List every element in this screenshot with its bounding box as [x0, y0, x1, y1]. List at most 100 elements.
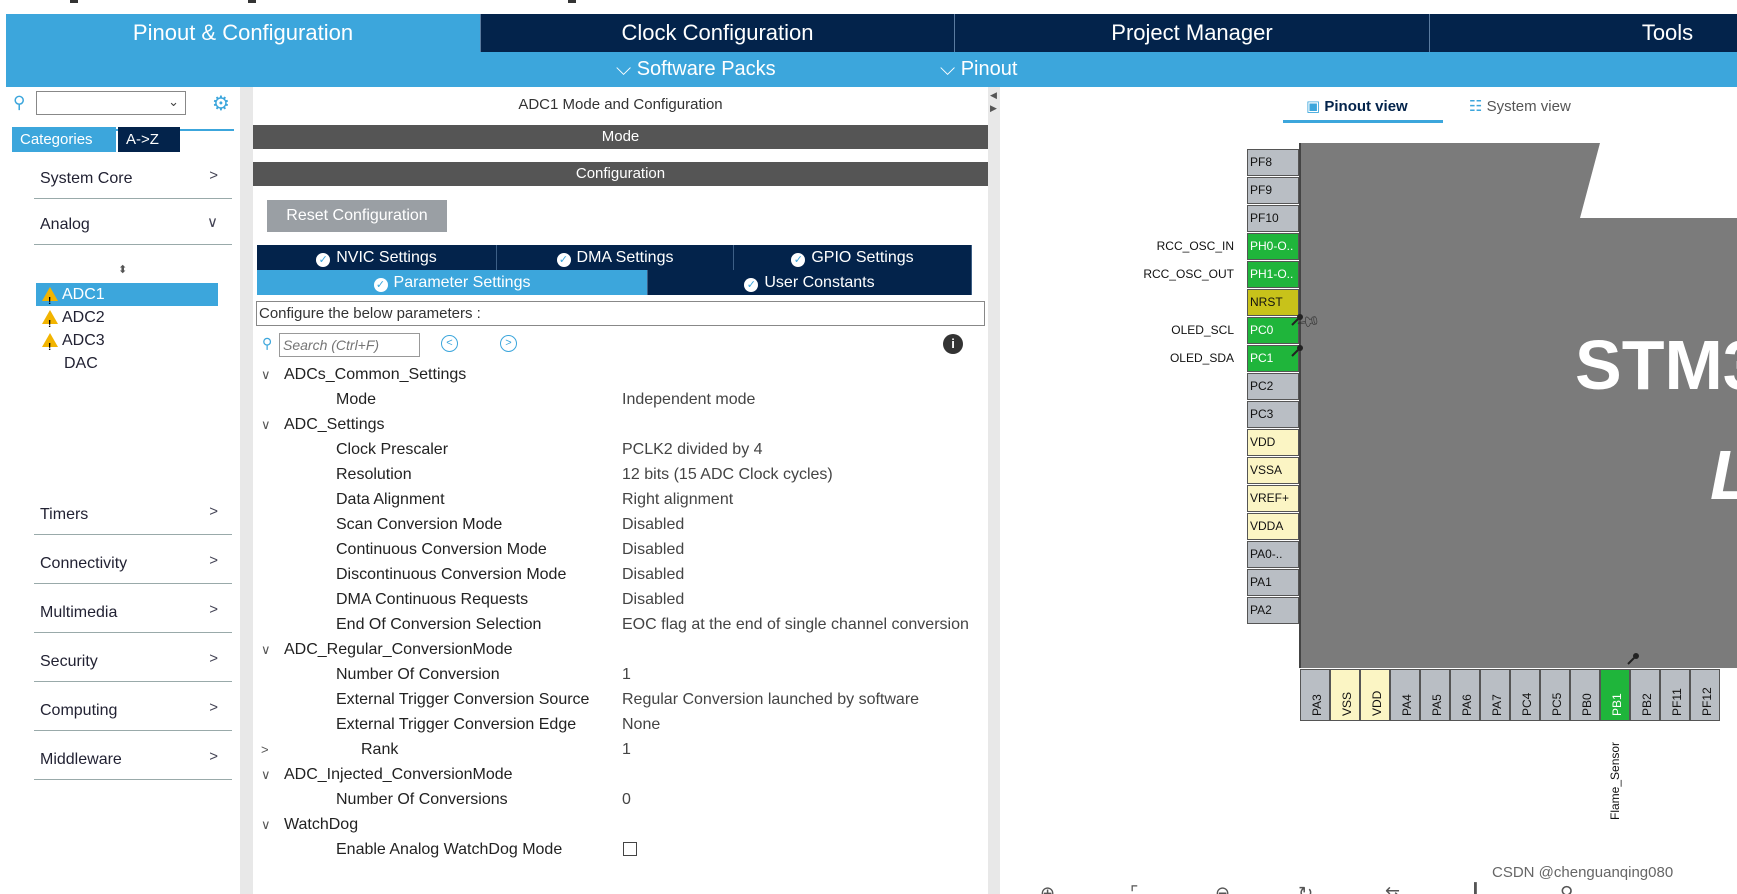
tab-parameter-settings[interactable]: ✓ Parameter Settings [257, 270, 648, 295]
category-middleware[interactable]: Middleware > [34, 734, 232, 780]
collapse-icon[interactable]: ∨ [261, 762, 271, 787]
categories-tab[interactable]: Categories [12, 127, 116, 152]
pin-pb1[interactable]: PB1 [1600, 669, 1630, 721]
tab-tools[interactable]: Tools [1430, 14, 1737, 52]
pin-pb0[interactable]: PB0 [1570, 669, 1600, 721]
parameter-search-input[interactable] [279, 333, 420, 357]
collapse-icon[interactable]: ∨ [261, 637, 271, 662]
param-row[interactable]: Discontinuous Conversion Mode Disabled [253, 562, 988, 587]
collapse-icon[interactable]: ∨ [261, 412, 271, 437]
pin-vdd[interactable]: VDD [1360, 669, 1390, 721]
param-value[interactable]: Right alignment [622, 487, 733, 512]
search-next-icon[interactable]: > [500, 335, 517, 352]
info-icon[interactable]: i [943, 334, 963, 354]
pinout-view-tab[interactable]: ▣ Pinout view [1306, 97, 1408, 115]
analog-item-dac[interactable]: DAC [36, 352, 218, 375]
pin-pa2[interactable]: PA2 [1247, 597, 1299, 624]
param-value[interactable]: None [622, 712, 660, 737]
tab-gpio-settings[interactable]: ✓ GPIO Settings [734, 245, 972, 270]
panel-splitter-left[interactable] [240, 87, 253, 894]
configuration-header[interactable]: Configuration [253, 162, 988, 186]
pin-pc5[interactable]: PC5 [1540, 669, 1570, 721]
pin-ph1-o-[interactable]: PH1-O.. [1247, 261, 1299, 288]
tab-pinout-configuration[interactable]: Pinout & Configuration [6, 14, 481, 52]
param-value[interactable]: Disabled [622, 537, 684, 562]
category-security[interactable]: Security > [34, 636, 232, 682]
tab-nvic-settings[interactable]: ✓ NVIC Settings [257, 245, 497, 270]
param-row[interactable]: Enable Analog WatchDog Mode [253, 837, 988, 862]
category-multimedia[interactable]: Multimedia > [34, 587, 232, 633]
pin-vdd[interactable]: VDD [1247, 429, 1299, 456]
flip-icon[interactable]: ⇆ [1385, 883, 1400, 894]
expand-icon[interactable]: ▶ [990, 103, 997, 114]
param-row[interactable]: External Trigger Conversion Edge None [253, 712, 988, 737]
rotate-icon[interactable]: ↻ [1298, 883, 1313, 894]
collapse-icon[interactable]: ∨ [261, 812, 271, 837]
pin-pc4[interactable]: PC4 [1510, 669, 1540, 721]
param-row[interactable]: Scan Conversion Mode Disabled [253, 512, 988, 537]
collapse-icon[interactable]: ∨ [261, 362, 271, 387]
category-computing[interactable]: Computing > [34, 685, 232, 731]
param-row[interactable]: Resolution 12 bits (15 ADC Clock cycles) [253, 462, 988, 487]
pin-pa5[interactable]: PA5 [1420, 669, 1450, 721]
param-group-row[interactable]: ∨ WatchDog [253, 812, 988, 837]
pin-pf11[interactable]: PF11 [1660, 669, 1690, 721]
category-search-combo[interactable]: ⌄ [36, 91, 186, 115]
param-value[interactable]: Independent mode [622, 387, 755, 412]
param-row[interactable]: Data Alignment Right alignment [253, 487, 988, 512]
analog-item-adc2[interactable]: ADC2 [36, 306, 218, 336]
collapse-icon[interactable]: ◀ [990, 90, 997, 101]
software-packs-menu[interactable]: ⌵︎ Software Packs [616, 58, 776, 81]
pin-pf8[interactable]: PF8 [1247, 149, 1299, 176]
tab-clock-configuration[interactable]: Clock Configuration [481, 14, 955, 52]
gear-icon[interactable]: ⚙ [212, 91, 230, 116]
pin-pc3[interactable]: PC3 [1247, 401, 1299, 428]
pin-vssa[interactable]: VSSA [1247, 457, 1299, 484]
tab-dma-settings[interactable]: ✓ DMA Settings [497, 245, 734, 270]
param-row[interactable]: End Of Conversion Selection EOC flag at t… [253, 612, 988, 637]
analog-item-adc3[interactable]: ADC3 [36, 329, 218, 359]
param-row[interactable]: External Trigger Conversion Source Regula… [253, 687, 988, 712]
param-value[interactable]: 0 [622, 787, 631, 812]
pin-pb2[interactable]: PB2 [1630, 669, 1660, 721]
param-row[interactable]: Number Of Conversions 0 [253, 787, 988, 812]
param-row[interactable]: Continuous Conversion Mode Disabled [253, 537, 988, 562]
pin-pa7[interactable]: PA7 [1480, 669, 1510, 721]
split-icon[interactable]: ┃ [1470, 883, 1481, 894]
panel-splitter-right[interactable]: ◀ ▶ [988, 87, 1000, 894]
param-row[interactable]: > Rank 1 [253, 737, 988, 762]
category-connectivity[interactable]: Connectivity > [34, 538, 232, 584]
pin-pf10[interactable]: PF10 [1247, 205, 1299, 232]
watchdog-checkbox[interactable] [623, 842, 637, 856]
pin-vss[interactable]: VSS [1330, 669, 1360, 721]
pin-pc2[interactable]: PC2 [1247, 373, 1299, 400]
param-value[interactable]: EOC flag at the end of single channel co… [622, 612, 969, 637]
zoom-out-icon[interactable]: ⊖ [1215, 883, 1230, 894]
sort-icon[interactable]: ⬍ [118, 263, 127, 276]
pin-ph0-o-[interactable]: PH0-O.. [1247, 233, 1299, 260]
zoom-in-icon[interactable]: ⊕ [1040, 883, 1055, 894]
pin-pa6[interactable]: PA6 [1450, 669, 1480, 721]
param-value[interactable]: 1 [622, 737, 631, 762]
tab-user-constants[interactable]: ✓ User Constants [648, 270, 972, 295]
category-timers[interactable]: Timers > [34, 489, 232, 535]
system-view-tab[interactable]: ☷ System view [1469, 97, 1571, 115]
param-value[interactable]: PCLK2 divided by 4 [622, 437, 763, 462]
pin-pa4[interactable]: PA4 [1390, 669, 1420, 721]
param-value[interactable]: 1 [622, 662, 631, 687]
pin-pa1[interactable]: PA1 [1247, 569, 1299, 596]
param-row[interactable]: Number Of Conversion 1 [253, 662, 988, 687]
category-system-core[interactable]: System Core > [34, 153, 232, 199]
reset-configuration-button[interactable]: Reset Configuration [267, 200, 447, 232]
pin-pf9[interactable]: PF9 [1247, 177, 1299, 204]
mode-header[interactable]: Mode [253, 125, 988, 149]
param-value[interactable]: Regular Conversion launched by software [622, 687, 919, 712]
param-value[interactable]: Disabled [622, 587, 684, 612]
search-previous-icon[interactable]: < [441, 335, 458, 352]
pin-nrst[interactable]: NRST [1247, 289, 1299, 316]
pin-vdda[interactable]: VDDA [1247, 513, 1299, 540]
param-group-row[interactable]: ∨ ADCs_Common_Settings [253, 362, 988, 387]
analog-item-adc1[interactable]: ADC1 [36, 283, 218, 313]
pin-pa3[interactable]: PA3 [1300, 669, 1330, 721]
param-value[interactable]: Disabled [622, 512, 684, 537]
